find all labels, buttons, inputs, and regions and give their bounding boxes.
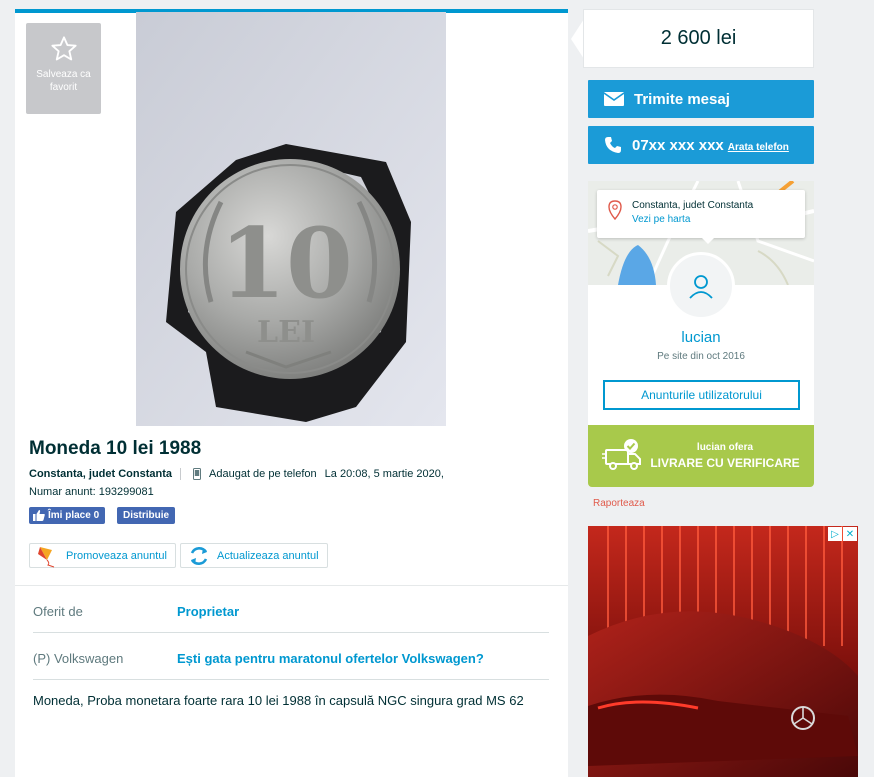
- location-pin-icon: [608, 200, 622, 220]
- price-box: 2 600 lei: [583, 9, 814, 68]
- promote-ad-label: Promoveaza anuntul: [66, 549, 167, 562]
- detail-row-offered-by: Oferit de Proprietar: [33, 586, 549, 633]
- ad-choices-icon[interactable]: ▷: [828, 527, 842, 541]
- refresh-icon: [190, 546, 208, 565]
- ad-number: Numar anunt: 193299081: [29, 486, 154, 498]
- coin-value-text: 10: [219, 207, 353, 320]
- delivery-banner[interactable]: lucian ofera LIVRARE CU VERIFICARE: [588, 425, 814, 487]
- listing-description: Moneda, Proba monetara foarte rara 10 le…: [33, 693, 524, 708]
- show-phone-button[interactable]: 07xx xxx xxx Arata telefon: [588, 126, 814, 164]
- avatar[interactable]: [667, 252, 735, 320]
- save-favorite-button[interactable]: Salveaza ca favorit: [26, 23, 101, 114]
- facebook-like-button[interactable]: Îmi place 0: [29, 507, 106, 524]
- added-via: Adaugat de pe telefon: [209, 468, 317, 480]
- advertisement-banner[interactable]: ▷ ✕: [588, 526, 858, 777]
- member-since: Pe site din oct 2016: [657, 351, 745, 362]
- promote-ad-button[interactable]: Promoveaza anuntul: [29, 543, 176, 568]
- price-value: 2 600 lei: [660, 27, 737, 49]
- save-favorite-label: Salveaza ca favorit: [36, 69, 91, 93]
- mobile-phone-icon: [193, 468, 202, 480]
- user-icon: [689, 275, 713, 299]
- user-ads-label: Anunturile utilizatorului: [641, 388, 762, 402]
- thumbs-up-icon: [33, 510, 45, 521]
- listing-meta: Constanta, judet Constanta Adaugat de pe…: [29, 468, 444, 480]
- detail-key: (P) Volkswagen: [33, 651, 124, 666]
- coin-unit-text: LEI: [257, 315, 315, 350]
- listing-title: Moneda 10 lei 1988: [29, 438, 202, 459]
- tooltip-arrow: [701, 237, 715, 244]
- phone-number: 07xx xxx xxx: [632, 136, 724, 154]
- map-location-text: Constanta, judet Constanta: [632, 200, 754, 211]
- report-link[interactable]: Raporteaza: [593, 498, 645, 509]
- user-ads-button[interactable]: Anunturile utilizatorului: [603, 380, 800, 410]
- user-card: Constanta, judet Constanta Vezi pe harta…: [588, 181, 814, 425]
- added-date: La 20:08, 5 martie 2020,: [324, 468, 444, 480]
- facebook-like-label: Îmi place 0: [48, 510, 100, 521]
- listing-photo[interactable]: 10 LEI: [136, 12, 446, 426]
- kite-icon: [38, 546, 55, 567]
- envelope-icon: [604, 92, 624, 106]
- delivery-offer: lucian ofera: [696, 442, 754, 453]
- map-location-tooltip: Constanta, judet Constanta Vezi pe harta: [597, 190, 805, 244]
- user-name[interactable]: lucian: [588, 329, 814, 346]
- detail-value-link[interactable]: Proprietar: [177, 604, 239, 619]
- ad-badge[interactable]: ▷ ✕: [827, 527, 857, 541]
- refresh-ad-label: Actualizeaza anuntul: [217, 549, 319, 562]
- delivery-title: LIVRARE CU VERIFICARE: [650, 456, 800, 470]
- delivery-truck-icon: [602, 439, 641, 470]
- facebook-share-label: Distribuie: [123, 510, 170, 521]
- send-message-button[interactable]: Trimite mesaj: [588, 80, 814, 118]
- facebook-share-button[interactable]: Distribuie: [117, 507, 176, 524]
- refresh-ad-button[interactable]: Actualizeaza anuntul: [180, 543, 328, 568]
- send-message-label: Trimite mesaj: [634, 90, 730, 108]
- meta-divider: [180, 468, 182, 480]
- show-phone-link[interactable]: Arata telefon: [728, 142, 789, 153]
- listing-location: Constanta, judet Constanta: [29, 468, 173, 480]
- detail-key: Oferit de: [33, 604, 83, 619]
- star-icon: [50, 36, 77, 61]
- view-on-map-link[interactable]: Vezi pe harta: [632, 214, 690, 225]
- phone-icon: [605, 137, 621, 153]
- sponsored-link[interactable]: Ești gata pentru maratonul ofertelor Vol…: [177, 651, 484, 666]
- listing-card: 10 LEI Salveaza ca favorit Moneda 10 lei…: [15, 9, 568, 777]
- ad-close-icon[interactable]: ✕: [843, 527, 857, 541]
- detail-row-sponsored: (P) Volkswagen Ești gata pentru maratonu…: [33, 633, 549, 680]
